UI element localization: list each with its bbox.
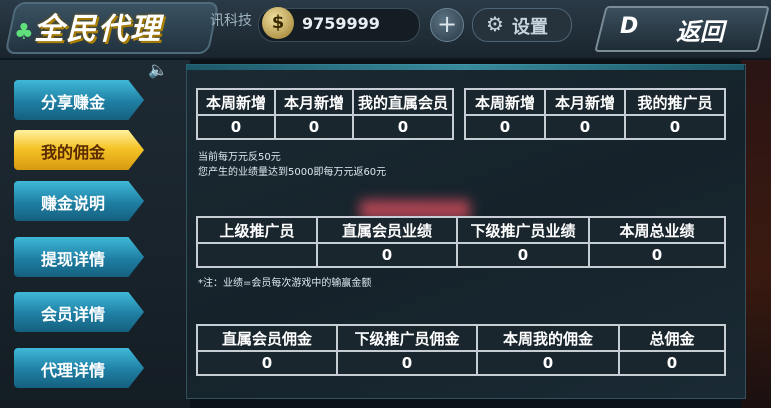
table-header: 本周总业绩	[588, 216, 726, 244]
table-header: 直属会员业绩	[316, 216, 458, 244]
add-coins-button[interactable]: +	[430, 8, 464, 42]
table-header: 本周我的佣金	[476, 324, 620, 352]
table-cell: 0	[464, 114, 546, 140]
table-cell: 0	[196, 114, 276, 140]
coin-icon: $	[262, 7, 294, 39]
table-header: 下级推广员业绩	[456, 216, 590, 244]
page-title: 全民代理	[34, 12, 162, 47]
back-logo-icon[interactable]: D	[620, 14, 638, 39]
gear-icon[interactable]: ⚙	[486, 12, 504, 36]
menu-label: 赚金说明	[40, 194, 105, 213]
table-cell: 0	[274, 114, 354, 140]
table-header: 直属会员佣金	[196, 324, 338, 352]
menu-label: 分享赚金	[40, 93, 105, 112]
menu-label: 提现详情	[40, 250, 105, 269]
coin-balance: 9759999	[302, 14, 380, 33]
table-header: 本月新增	[544, 88, 626, 116]
promoter-stats-table: 本周新增 本月新增 我的推广员 0 0 0	[464, 88, 726, 140]
menu-share-earn[interactable]: 分享赚金	[14, 80, 144, 120]
rebate-note-threshold: 您产生的业绩量达到5000即每万元返60元	[198, 167, 387, 178]
member-stats-table: 本周新增 本月新增 我的直属会员 0 0 0	[196, 88, 454, 140]
performance-table: 上级推广员 直属会员业绩 下级推广员业绩 本周总业绩 0 0 0	[196, 216, 726, 268]
table-cell: 0	[336, 350, 478, 376]
settings-label[interactable]: 设置	[512, 13, 548, 39]
menu-label: 代理详情	[40, 361, 105, 380]
table-header: 本周新增	[196, 88, 276, 116]
menu-member-details[interactable]: 会员详情	[14, 292, 144, 332]
table-cell	[196, 242, 318, 268]
table-cell: 0	[352, 114, 454, 140]
table-cell: 0	[618, 350, 726, 376]
table-header: 本周新增	[464, 88, 546, 116]
menu-agent-details[interactable]: 代理详情	[14, 348, 144, 388]
table-header: 我的推广员	[624, 88, 726, 116]
table-cell: 0	[588, 242, 726, 268]
table-cell: 0	[456, 242, 590, 268]
table-header: 总佣金	[618, 324, 726, 352]
menu-my-commission[interactable]: 我的佣金	[14, 130, 144, 170]
menu-label: 会员详情	[40, 305, 105, 324]
company-name: 讯科技	[210, 13, 252, 29]
table-cell: 0	[476, 350, 620, 376]
table-header: 本月新增	[274, 88, 354, 116]
menu-withdraw-details[interactable]: 提现详情	[14, 237, 144, 277]
speaker-icon[interactable]: 🔈	[148, 60, 168, 79]
back-label[interactable]: 返回	[676, 12, 724, 47]
table-header: 我的直属会员	[352, 88, 454, 116]
performance-note: *注：业绩=会员每次游戏中的输赢金额	[198, 278, 372, 289]
commission-table: 直属会员佣金 下级推广员佣金 本周我的佣金 总佣金 0 0 0 0	[196, 324, 726, 376]
menu-earn-explanation[interactable]: 赚金说明	[14, 181, 144, 221]
table-cell: 0	[624, 114, 726, 140]
table-header: 上级推广员	[196, 216, 318, 244]
menu-label: 我的佣金	[40, 143, 105, 162]
table-header: 下级推广员佣金	[336, 324, 478, 352]
rebate-note-current: 当前每万元反50元	[198, 152, 281, 163]
panel-glow	[186, 64, 744, 70]
table-cell: 0	[196, 350, 338, 376]
table-cell: 0	[544, 114, 626, 140]
club-icon: ♣	[14, 20, 34, 45]
table-cell: 0	[316, 242, 458, 268]
